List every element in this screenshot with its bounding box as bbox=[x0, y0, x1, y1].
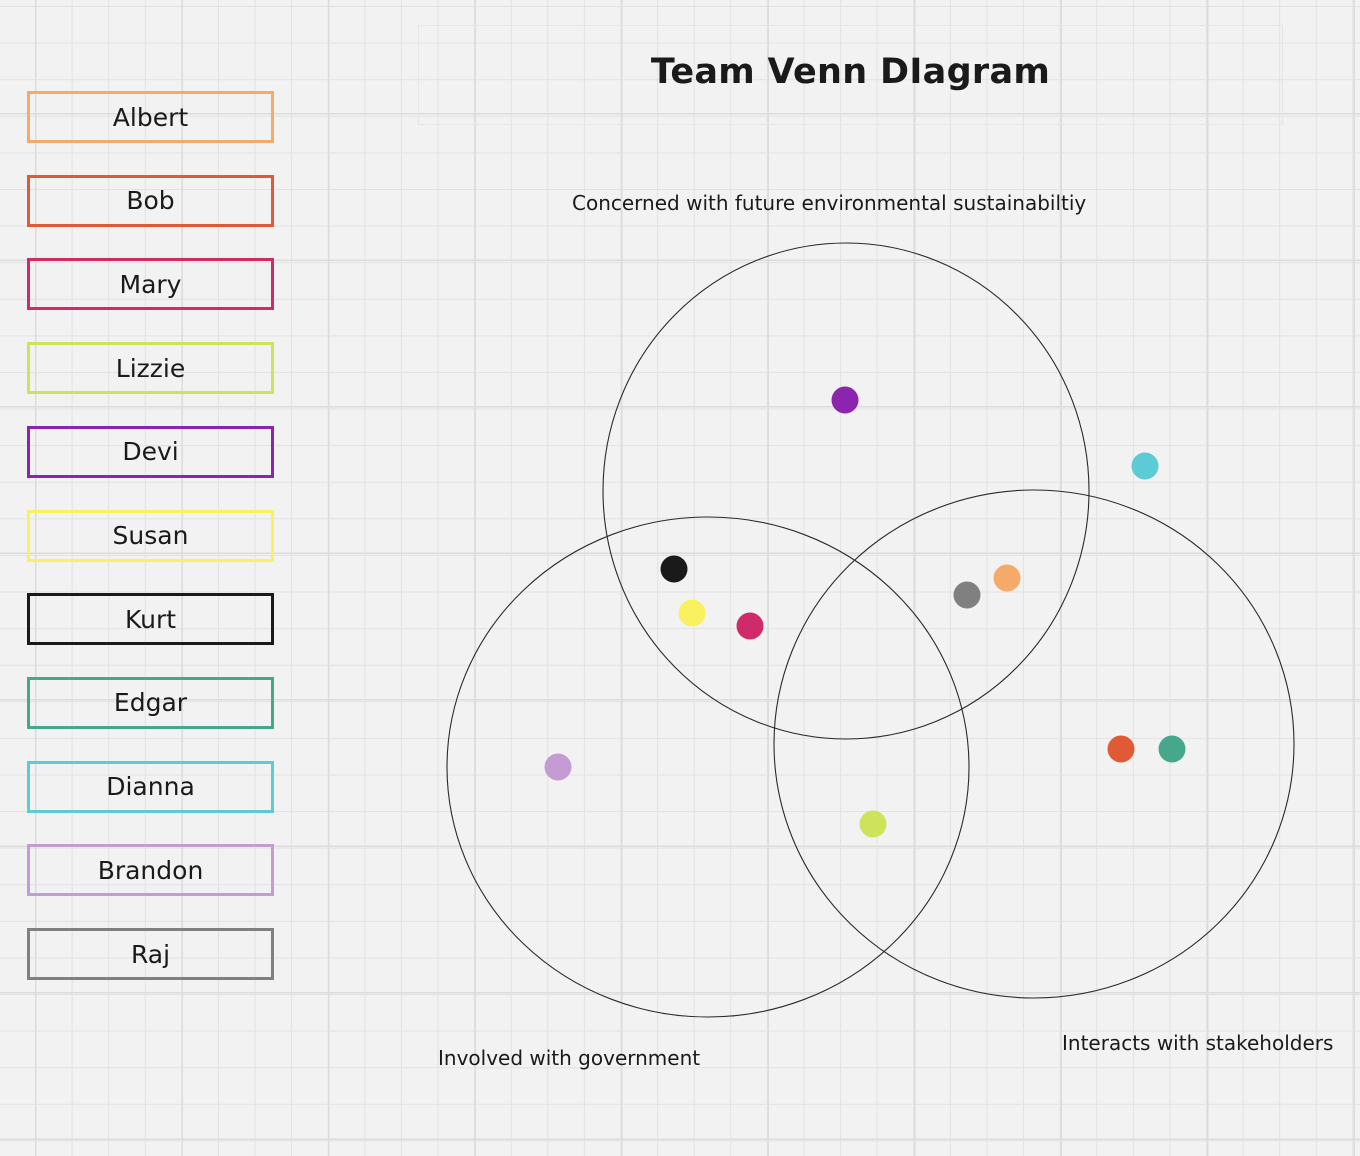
venn-diagram bbox=[446, 242, 1295, 1018]
label-stakeholders[interactable]: Interacts with stakeholders bbox=[1062, 1031, 1333, 1055]
dot-edgar[interactable] bbox=[1158, 735, 1186, 763]
dot-brandon[interactable] bbox=[544, 753, 572, 781]
person-dots bbox=[544, 386, 1186, 838]
dot-kurt[interactable] bbox=[660, 555, 688, 583]
dot-devi[interactable] bbox=[831, 386, 859, 414]
dot-susan[interactable] bbox=[678, 599, 706, 627]
dot-mary[interactable] bbox=[736, 612, 764, 640]
circle-stakeholders[interactable] bbox=[773, 489, 1295, 999]
dot-lizzie[interactable] bbox=[859, 810, 887, 838]
label-environment[interactable]: Concerned with future environmental sust… bbox=[572, 191, 1086, 215]
dot-albert[interactable] bbox=[993, 564, 1021, 592]
circle-government[interactable] bbox=[446, 516, 970, 1018]
dot-dianna[interactable] bbox=[1131, 452, 1159, 480]
dot-raj[interactable] bbox=[953, 581, 981, 609]
label-government[interactable]: Involved with government bbox=[438, 1046, 700, 1070]
dot-bob[interactable] bbox=[1107, 735, 1135, 763]
